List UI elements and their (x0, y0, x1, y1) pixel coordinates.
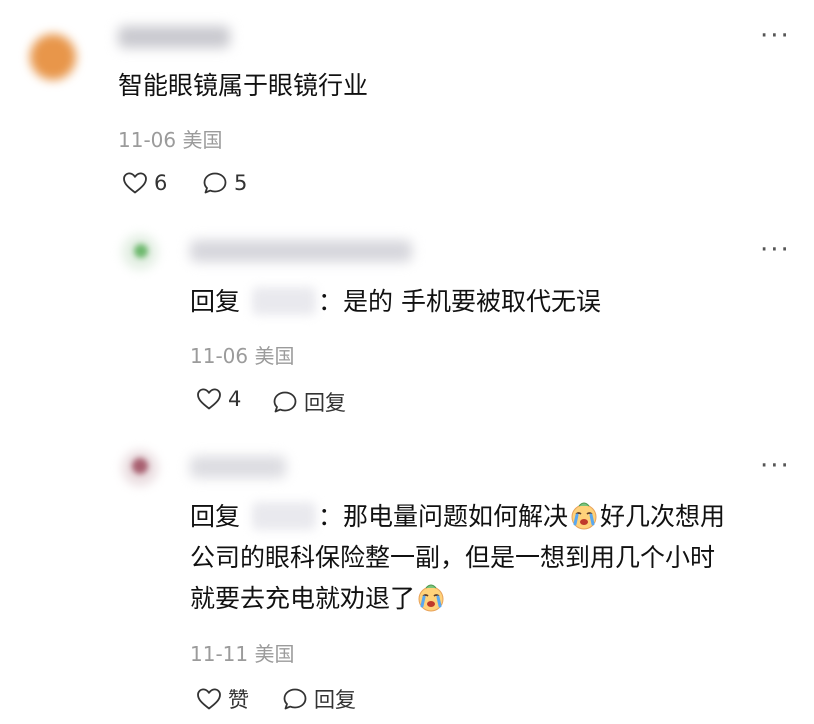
comment-button[interactable]: 5 (202, 171, 247, 195)
comment-text-line-3: 就要去充电就劝退了 (190, 577, 447, 626)
reply-label: 回复 (304, 391, 346, 415)
speech-bubble-icon (273, 391, 297, 413)
reply-prefix: 回复 (190, 502, 241, 531)
avatar[interactable] (30, 34, 76, 80)
avatar-dot (134, 244, 148, 258)
username-blurred[interactable] (190, 456, 286, 478)
comment-text: ：是的 手机要被取代无误 (318, 287, 601, 316)
like-button[interactable]: 赞 (196, 684, 249, 714)
reply-button[interactable]: 回复 (272, 387, 346, 417)
like-button[interactable]: 6 (122, 171, 167, 195)
heart-outline-icon (197, 688, 221, 710)
like-count: 6 (154, 171, 168, 195)
mentioned-user-blurred[interactable] (252, 502, 316, 530)
crying-face-emoji (415, 582, 447, 626)
username-blurred[interactable] (190, 240, 412, 262)
comment-location: 美国 (254, 344, 295, 368)
reply-label: 回复 (314, 688, 356, 712)
comment-text-part: ：那电量问题如何解决 (318, 502, 569, 531)
comment-date: 11-06 (118, 128, 177, 152)
like-label: 赞 (228, 688, 249, 712)
comment-location: 美国 (182, 128, 223, 152)
avatar-dot (132, 458, 148, 474)
comment-text-line-2: 公司的眼科保险整一副，但是一想到用几个小时 (190, 543, 716, 572)
more-options-button[interactable]: ··· (760, 23, 791, 49)
heart-outline-icon (123, 172, 147, 194)
speech-bubble-icon (283, 688, 307, 710)
reply-button[interactable]: 回复 (282, 684, 356, 714)
username-blurred[interactable] (118, 26, 230, 48)
mentioned-user-blurred[interactable] (252, 287, 316, 315)
reply-prefix: 回复 (190, 287, 241, 316)
comment-text: 智能眼镜属于眼镜行业 (118, 71, 369, 100)
comment-meta: 11-11 美国 (190, 638, 294, 667)
like-button[interactable]: 4 (196, 387, 241, 411)
comment-date: 11-11 (190, 642, 249, 666)
comment-location: 美国 (254, 642, 295, 666)
comment-text-part: 好几次想用 (600, 502, 726, 531)
comment-text-part: 就要去充电就劝退了 (190, 584, 416, 613)
comment-meta: 11-06 美国 (190, 340, 294, 369)
heart-outline-icon (197, 388, 221, 410)
more-options-button[interactable]: ··· (760, 453, 791, 479)
comment-date: 11-06 (190, 344, 249, 368)
more-options-button[interactable]: ··· (760, 237, 791, 263)
reply-count: 5 (234, 171, 248, 195)
speech-bubble-icon (203, 172, 227, 194)
comment-meta: 11-06 美国 (118, 124, 222, 153)
like-count: 4 (228, 387, 242, 411)
